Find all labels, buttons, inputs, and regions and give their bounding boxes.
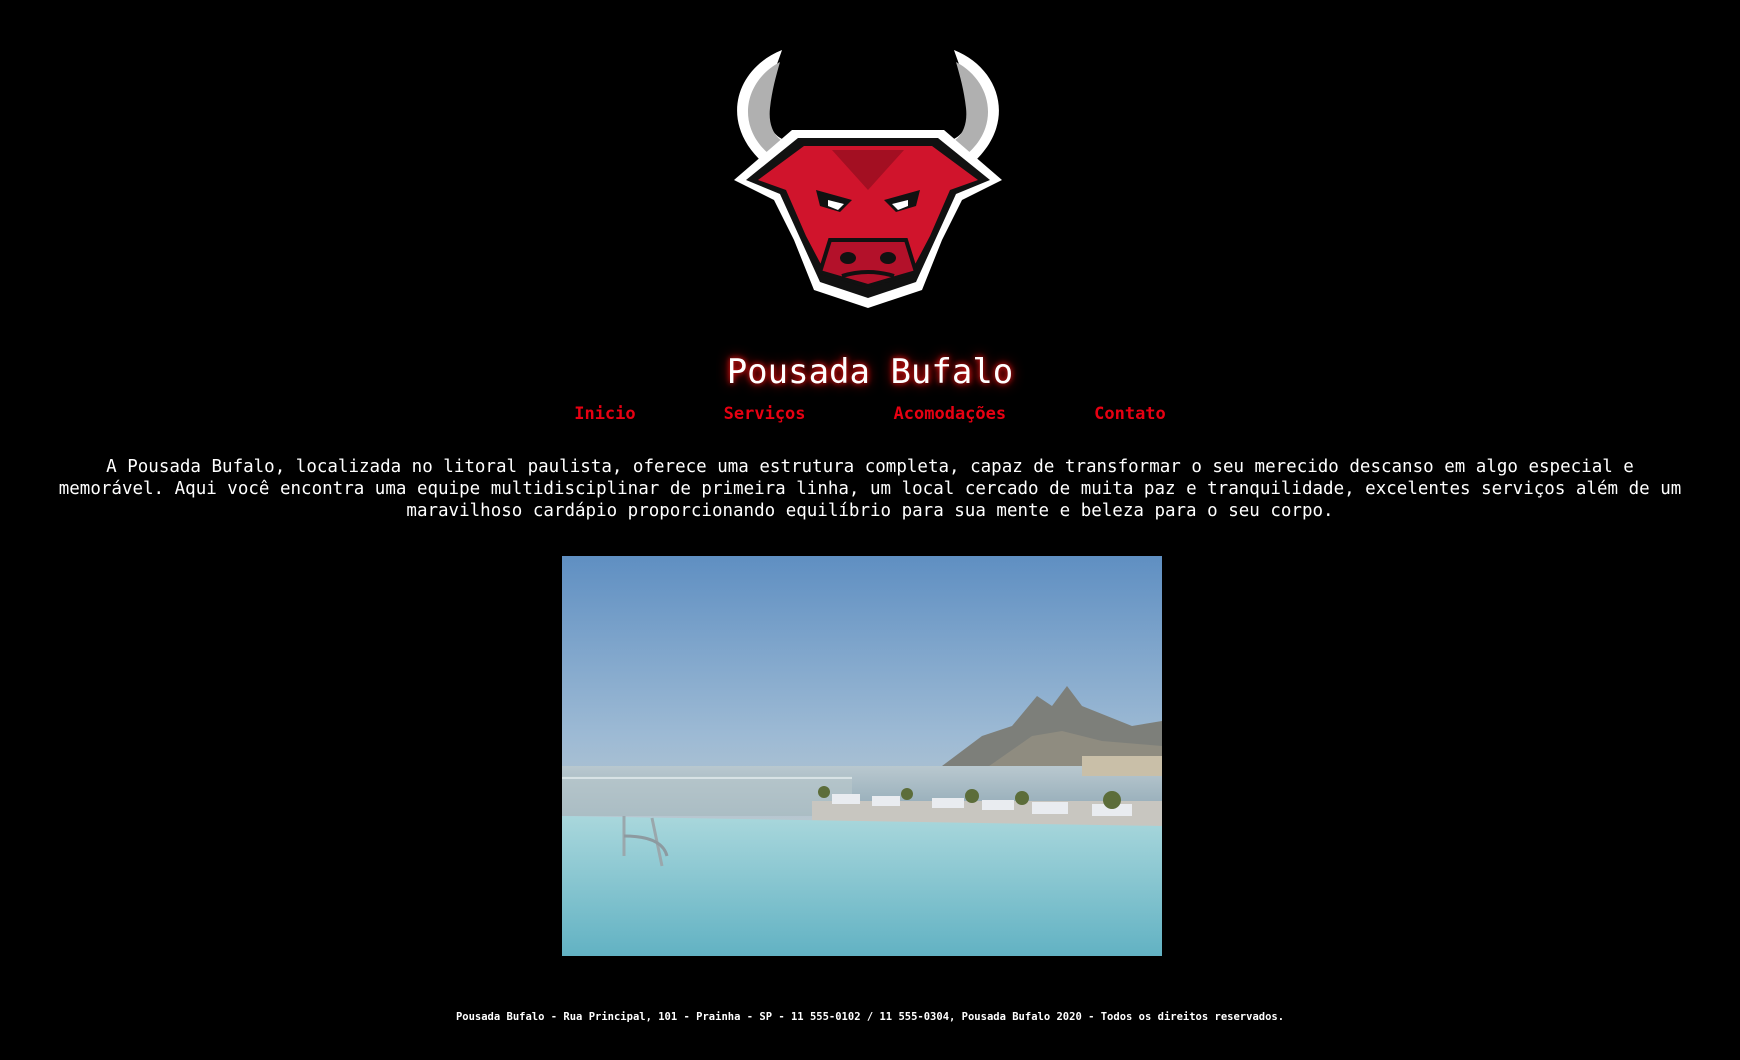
footer-text: Pousada Bufalo - Rua Principal, 101 - Pr… — [455, 1011, 1285, 1023]
intro-paragraph: A Pousada Bufalo, localizada no litoral … — [58, 457, 1682, 521]
nav-item-acomodacoes[interactable]: Acomodações — [894, 403, 1007, 425]
nav-item-contato[interactable]: Contato — [1094, 403, 1166, 425]
main-nav: Inicio Serviços Acomodações Contato — [0, 403, 1740, 425]
bull-head-logo — [712, 40, 1024, 310]
nav-item-servicos[interactable]: Serviços — [724, 403, 806, 425]
site-title: Pousada Bufalo — [726, 352, 1014, 392]
hero-photo — [562, 556, 1162, 956]
nav-item-inicio[interactable]: Inicio — [574, 403, 635, 425]
infinity-pool-ocean-view-photo — [562, 556, 1162, 956]
